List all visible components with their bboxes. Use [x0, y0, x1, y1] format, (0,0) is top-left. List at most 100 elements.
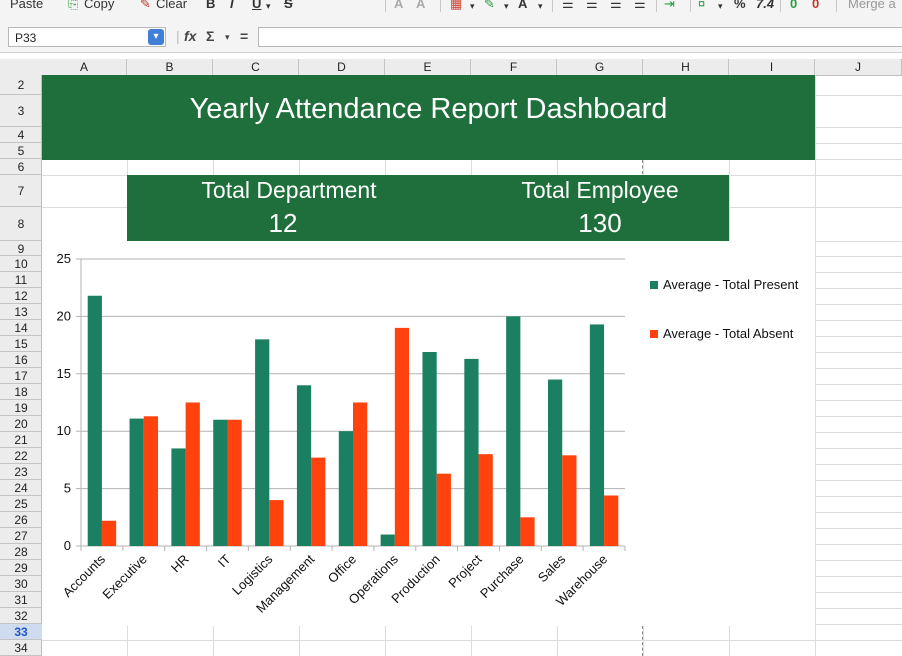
- clear-button[interactable]: Clear: [156, 0, 187, 11]
- bar-present-operations[interactable]: [380, 534, 395, 546]
- highlight-dropdown-icon[interactable]: ▾: [504, 1, 509, 12]
- row-header-33[interactable]: 33: [0, 624, 42, 640]
- row-header-8[interactable]: 8: [0, 207, 42, 241]
- bar-present-production[interactable]: [422, 351, 437, 546]
- merge-button[interactable]: Merge a: [848, 0, 896, 11]
- column-header-h[interactable]: H: [643, 59, 729, 75]
- function-wizard-button[interactable]: fx: [184, 28, 196, 44]
- highlight-icon[interactable]: ✎: [484, 0, 495, 12]
- row-header-23[interactable]: 23: [0, 464, 42, 480]
- bar-absent-accounts[interactable]: [101, 520, 117, 546]
- row-header-2[interactable]: 2: [0, 75, 42, 95]
- sum-button[interactable]: Σ: [206, 28, 214, 44]
- currency-icon[interactable]: ¤: [698, 0, 705, 11]
- add-decimal-icon[interactable]: 0: [790, 0, 797, 11]
- row-header-31[interactable]: 31: [0, 592, 42, 608]
- delete-decimal-icon[interactable]: 0: [812, 0, 819, 11]
- shrink-font-icon[interactable]: A: [394, 0, 403, 11]
- bar-present-executive[interactable]: [129, 418, 144, 546]
- row-header-13[interactable]: 13: [0, 304, 42, 320]
- align-left-icon[interactable]: ☰: [562, 0, 574, 12]
- row-header-27[interactable]: 27: [0, 528, 42, 544]
- bar-absent-it[interactable]: [227, 419, 242, 546]
- bar-present-purchase[interactable]: [506, 316, 521, 546]
- number-format-button[interactable]: 7.4: [756, 0, 774, 11]
- bar-present-accounts[interactable]: [87, 295, 102, 546]
- row-header-24[interactable]: 24: [0, 480, 42, 496]
- sum-dropdown-icon[interactable]: ▾: [225, 32, 230, 43]
- italic-button[interactable]: I: [230, 0, 234, 11]
- font-color-dropdown-icon[interactable]: ▾: [538, 1, 543, 12]
- row-header-18[interactable]: 18: [0, 384, 42, 400]
- row-header-30[interactable]: 30: [0, 576, 42, 592]
- bar-present-office[interactable]: [338, 431, 353, 546]
- bar-absent-warehouse[interactable]: [604, 495, 619, 546]
- row-header-3[interactable]: 3: [0, 95, 42, 127]
- column-header-a[interactable]: A: [42, 59, 127, 75]
- bar-present-sales[interactable]: [548, 379, 563, 546]
- percent-button[interactable]: %: [734, 0, 746, 11]
- row-header-16[interactable]: 16: [0, 352, 42, 368]
- column-header-b[interactable]: B: [127, 59, 213, 75]
- row-header-12[interactable]: 12: [0, 288, 42, 304]
- column-header-i[interactable]: I: [729, 59, 815, 75]
- bar-absent-executive[interactable]: [143, 416, 158, 546]
- row-header-5[interactable]: 5: [0, 143, 42, 159]
- name-box[interactable]: P33 ▾: [8, 27, 166, 47]
- bar-present-project[interactable]: [464, 358, 479, 546]
- bar-present-management[interactable]: [296, 385, 312, 546]
- bar-absent-office[interactable]: [353, 402, 368, 547]
- row-header-34[interactable]: 34: [0, 640, 42, 656]
- row-header-6[interactable]: 6: [0, 159, 42, 175]
- row-header-4[interactable]: 4: [0, 127, 42, 143]
- attendance-bar-chart[interactable]: 0510152025AccountsExecutive HR ITLogistics…: [42, 241, 815, 626]
- bar-present-it[interactable]: [213, 419, 228, 546]
- row-header-32[interactable]: 32: [0, 608, 42, 624]
- grow-font-icon[interactable]: A: [416, 0, 425, 11]
- row-header-10[interactable]: 10: [0, 256, 42, 272]
- copy-button[interactable]: Copy: [84, 0, 114, 11]
- row-header-21[interactable]: 21: [0, 432, 42, 448]
- bar-absent-project[interactable]: [478, 454, 493, 546]
- borders-dropdown-icon[interactable]: ▾: [470, 1, 475, 12]
- row-header-25[interactable]: 25: [0, 496, 42, 512]
- bar-absent-logistics[interactable]: [269, 500, 284, 546]
- paste-button[interactable]: Paste: [10, 0, 43, 11]
- bold-button[interactable]: B: [206, 0, 215, 11]
- bar-absent-hr[interactable]: [185, 402, 200, 547]
- row-header-28[interactable]: 28: [0, 544, 42, 560]
- row-header-14[interactable]: 14: [0, 320, 42, 336]
- underline-dropdown-icon[interactable]: ▾: [266, 1, 271, 12]
- row-header-15[interactable]: 15: [0, 336, 42, 352]
- bar-present-warehouse[interactable]: [589, 324, 605, 546]
- bar-present-logistics[interactable]: [255, 339, 270, 546]
- column-header-f[interactable]: F: [471, 59, 557, 75]
- justify-icon[interactable]: ☰: [634, 0, 646, 12]
- underline-button[interactable]: U: [252, 0, 261, 11]
- currency-dropdown-icon[interactable]: ▾: [718, 1, 723, 12]
- column-header-e[interactable]: E: [385, 59, 471, 75]
- row-header-9[interactable]: 9: [0, 241, 42, 256]
- bar-absent-purchase[interactable]: [520, 517, 535, 546]
- formula-input[interactable]: [258, 27, 902, 47]
- row-header-29[interactable]: 29: [0, 560, 42, 576]
- row-header-7[interactable]: 7: [0, 175, 42, 207]
- bar-present-hr[interactable]: [171, 448, 186, 546]
- row-header-11[interactable]: 11: [0, 272, 42, 288]
- strikethrough-button[interactable]: S: [284, 0, 293, 11]
- bar-absent-management[interactable]: [311, 457, 326, 546]
- align-center-icon[interactable]: ☰: [586, 0, 598, 12]
- row-header-22[interactable]: 22: [0, 448, 42, 464]
- row-header-17[interactable]: 17: [0, 368, 42, 384]
- row-header-19[interactable]: 19: [0, 400, 42, 416]
- borders-icon[interactable]: ▦: [450, 0, 462, 12]
- font-color-icon[interactable]: A: [518, 0, 527, 11]
- row-header-20[interactable]: 20: [0, 416, 42, 432]
- wrap-text-icon[interactable]: ⇥: [664, 0, 675, 12]
- bar-absent-production[interactable]: [436, 473, 451, 546]
- align-right-icon[interactable]: ☰: [610, 0, 622, 12]
- chevron-down-icon[interactable]: ▾: [148, 29, 164, 45]
- formula-button[interactable]: =: [240, 28, 248, 44]
- row-header-26[interactable]: 26: [0, 512, 42, 528]
- column-header-g[interactable]: G: [557, 59, 643, 75]
